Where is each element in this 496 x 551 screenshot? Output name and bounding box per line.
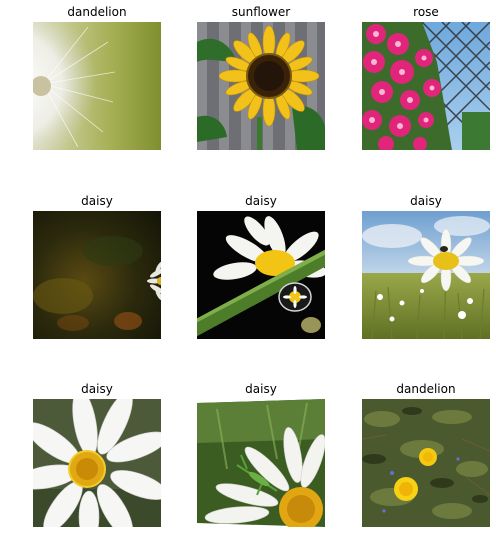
image-label: daisy [410,194,442,208]
daisy-photo [33,399,161,527]
image-label: daisy [81,382,113,396]
image-label: rose [413,5,439,19]
image-label: dandelion [396,382,456,396]
rose-photo [362,22,490,150]
daisy-photo [362,211,490,339]
daisy-photo [33,211,161,339]
dandelion-photo [33,22,161,150]
daisy-photo [197,211,325,339]
image-label: daisy [81,194,113,208]
image-label: daisy [245,382,277,396]
daisy-photo [197,399,325,527]
sunflower-photo [197,22,325,150]
image-label: daisy [245,194,277,208]
image-label: sunflower [231,5,291,19]
dandelion-photo [362,399,490,527]
image-label: dandelion [67,5,127,19]
